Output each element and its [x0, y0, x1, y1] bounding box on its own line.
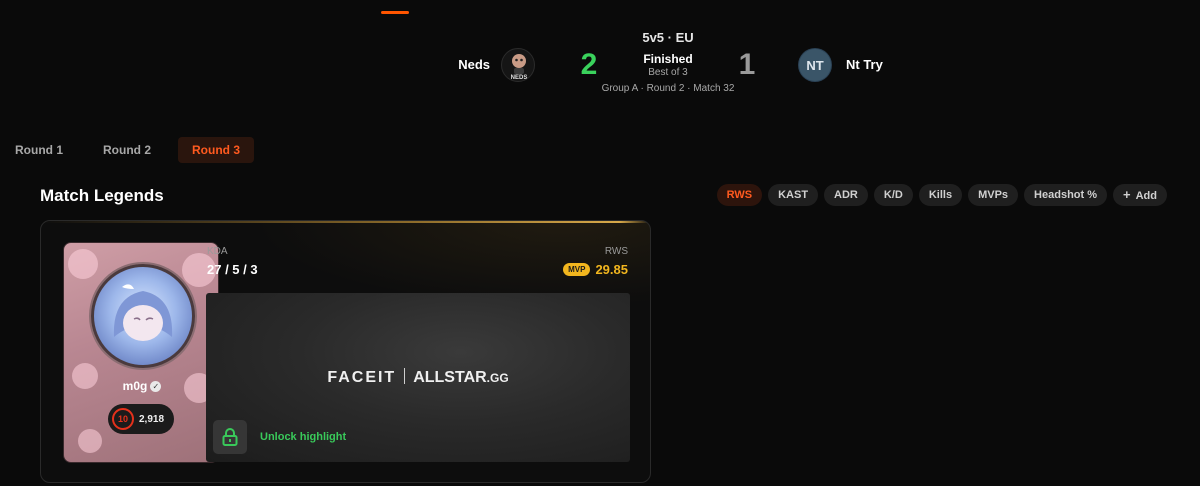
- team-right-score: 1: [738, 48, 756, 81]
- svg-text:NEDS: NEDS: [511, 75, 528, 81]
- avatar-icon: [113, 284, 173, 341]
- filter-headshot[interactable]: Headshot %: [1024, 184, 1108, 206]
- match-status: Finished Best of 3 Group A · Round 2 · M…: [588, 52, 748, 97]
- team-right-name[interactable]: Nt Try: [846, 57, 883, 72]
- unlock-button[interactable]: [213, 420, 247, 454]
- filter-kd[interactable]: K/D: [873, 184, 913, 206]
- filter-adr[interactable]: ADR: [824, 184, 868, 206]
- player-name-row: m0g ✓: [64, 379, 218, 393]
- plus-icon: +: [1123, 187, 1131, 202]
- elo-value: 2,918: [139, 413, 165, 425]
- filter-kast[interactable]: KAST: [768, 184, 819, 206]
- nt-try-logo-icon: NT: [799, 49, 831, 81]
- verified-check-icon: ✓: [150, 381, 162, 393]
- brand-divider: [404, 368, 406, 384]
- match-format: 5v5 · EU: [642, 30, 694, 45]
- stat-value-row: MVP 29.85: [563, 262, 628, 277]
- filter-rws[interactable]: RWS: [716, 184, 763, 206]
- blossom-decoration: [78, 429, 102, 453]
- allstar-logo: ALLSTAR: [413, 369, 487, 386]
- add-filter-label: Add: [1135, 190, 1157, 202]
- highlight-preview[interactable]: FACEIT ALLSTAR.GG Unlock highlight: [206, 293, 630, 462]
- elo-badge: 10 2,918: [108, 404, 174, 434]
- match-status-label: Finished: [643, 52, 693, 66]
- filter-kills[interactable]: Kills: [918, 184, 963, 206]
- stat-filter-bar: RWS KAST ADR K/D Kills MVPs Headshot % +…: [716, 184, 1167, 206]
- mvp-badge: MVP: [563, 263, 591, 276]
- add-filter-button[interactable]: + Add: [1113, 184, 1167, 206]
- card-glow-line: [41, 221, 650, 223]
- player-card[interactable]: m0g ✓ 10 2,918: [63, 242, 219, 463]
- faceit-logo: FACEIT: [327, 369, 397, 386]
- filter-mvps[interactable]: MVPs: [968, 184, 1019, 206]
- skill-level-icon: 10: [112, 408, 134, 430]
- kda-label: KDA: [207, 246, 228, 257]
- legend-card: m0g ✓ 10 2,918 KDA 27 / 5 / 3 RWS MVP 29.…: [40, 220, 651, 483]
- team-left-logo[interactable]: NEDS: [501, 48, 535, 82]
- section-title: Match Legends: [40, 186, 164, 205]
- match-group-info: Group A · Round 2 · Match 32: [601, 83, 735, 94]
- lock-icon: [222, 428, 238, 446]
- tab-round-1[interactable]: Round 1: [1, 137, 77, 163]
- allstar-logo-suffix: .GG: [486, 371, 509, 385]
- kda-value: 27 / 5 / 3: [207, 262, 258, 277]
- player-avatar[interactable]: [91, 264, 195, 368]
- tab-round-3[interactable]: Round 3: [178, 137, 254, 163]
- team-left-name[interactable]: Neds: [420, 57, 490, 72]
- unlock-highlight-link[interactable]: Unlock highlight: [260, 431, 346, 443]
- tab-round-2[interactable]: Round 2: [89, 137, 165, 163]
- match-best-of: Best of 3: [648, 67, 688, 78]
- neds-logo-icon: NEDS: [511, 54, 528, 81]
- active-nav-indicator: [381, 11, 409, 14]
- stat-label: RWS: [604, 246, 628, 257]
- stat-value: 29.85: [595, 262, 628, 277]
- team-right-logo[interactable]: NT: [798, 48, 832, 82]
- player-name[interactable]: m0g: [123, 379, 148, 393]
- svg-text:NT: NT: [806, 58, 823, 73]
- brand-logo: FACEIT ALLSTAR.GG: [206, 368, 630, 387]
